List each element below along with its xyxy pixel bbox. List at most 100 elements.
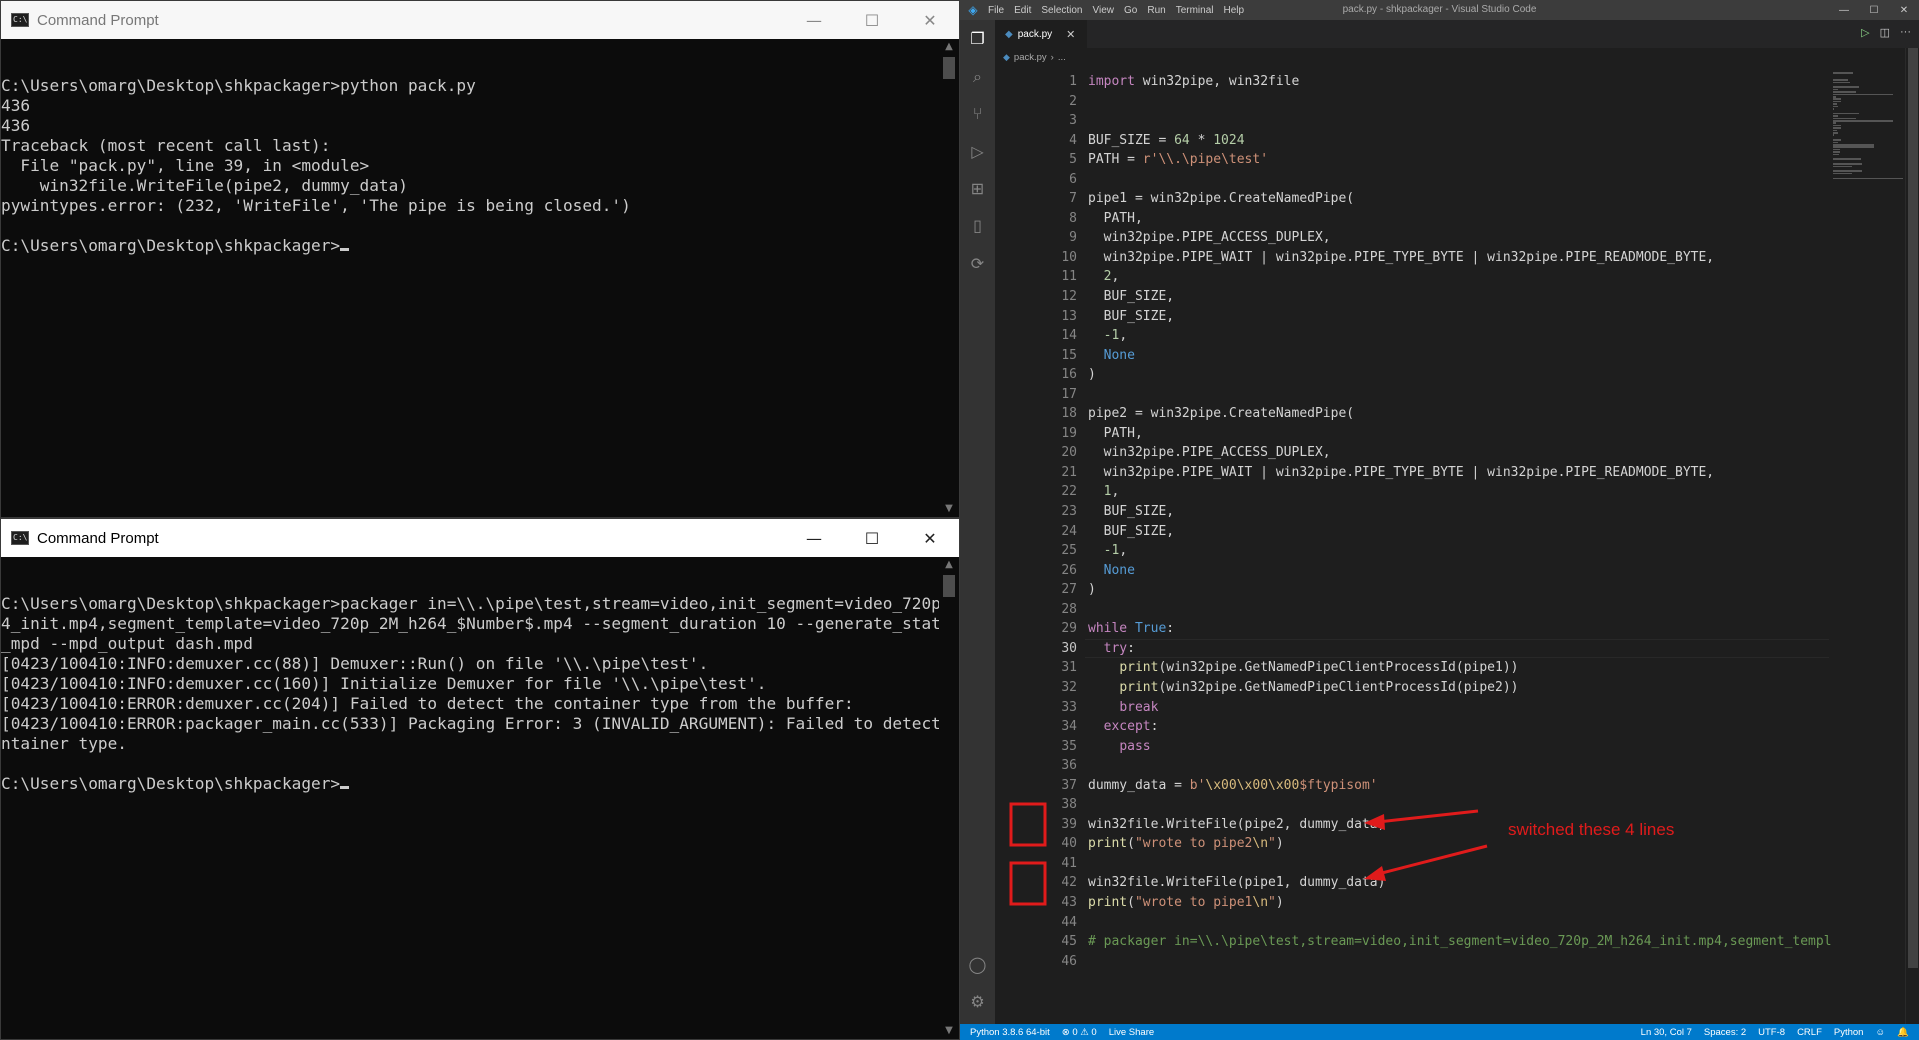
code-line[interactable]: 16) [995,365,1829,385]
code-line[interactable]: 10 win32pipe.PIPE_WAIT | win32pipe.PIPE_… [995,248,1829,268]
run-python-file-icon[interactable]: ▷ [1861,26,1869,39]
close-button[interactable]: ✕ [1889,0,1919,20]
menu-item-terminal[interactable]: Terminal [1176,5,1214,16]
close-tab-icon[interactable]: ✕ [1066,28,1075,41]
code-line[interactable]: 35 pass [995,737,1829,757]
code-line[interactable]: 7 pipe1 = win32pipe.CreateNamedPipe( [995,189,1829,209]
code-line[interactable]: 23 BUF_SIZE, [995,502,1829,522]
menu-item-file[interactable]: File [988,5,1004,16]
code-line[interactable]: 41 [995,854,1829,874]
minimap[interactable] [1829,72,1905,192]
console-output[interactable]: C:\Users\omarg\Desktop\shkpackager>packa… [1,574,939,794]
code-line[interactable]: 17 [995,385,1829,405]
minimize-button[interactable]: — [1829,0,1859,20]
title-bar[interactable]: C:\ Command Prompt — ☐ ✕ [1,519,959,557]
code-line[interactable]: 4 BUF_SIZE = 64 * 1024 [995,131,1829,151]
code-line[interactable]: 33 break [995,698,1829,718]
bookmark-icon[interactable]: ▯ [960,211,995,241]
code-line[interactable]: 43 print("wrote to pipe1\n") [995,893,1829,913]
breadcrumb-file[interactable]: pack.py [1014,52,1047,63]
code-line[interactable]: 31 print(win32pipe.GetNamedPipeClientPro… [995,658,1829,678]
status-right-item[interactable]: UTF-8 [1758,1027,1785,1038]
status-right-item[interactable]: Spaces: 2 [1704,1027,1746,1038]
code-line[interactable]: 14 -1, [995,326,1829,346]
code-line[interactable]: 42 win32file.WriteFile(pipe1, dummy_data) [995,873,1829,893]
account-icon[interactable]: ◯ [960,950,995,980]
scroll-thumb[interactable] [1908,48,1918,968]
gear-icon[interactable]: ⚙ [960,987,995,1017]
minimize-button[interactable]: — [785,1,843,39]
scroll-down-arrow-icon[interactable]: ▼ [939,1023,959,1039]
menu-item-help[interactable]: Help [1224,5,1245,16]
scroll-thumb[interactable] [943,575,955,597]
status-right-item[interactable]: Ln 30, Col 7 [1641,1027,1692,1038]
status-left-item[interactable]: Python 3.8.6 64-bit [970,1027,1050,1038]
code-line[interactable]: 26 None [995,561,1829,581]
code-line[interactable]: 45 # packager in=\\.\pipe\test,stream=vid… [995,932,1831,952]
code-line[interactable]: 11 2, [995,267,1829,287]
menu-item-edit[interactable]: Edit [1014,5,1031,16]
split-editor-icon[interactable]: ◫ [1880,26,1890,39]
menu-item-view[interactable]: View [1093,5,1115,16]
explorer-icon[interactable]: ❐ [960,24,995,54]
code-line[interactable]: 5 PATH = r'\\.\pipe\test' [995,150,1829,170]
menu-item-run[interactable]: Run [1147,5,1165,16]
code-line[interactable]: 22 1, [995,482,1829,502]
close-button[interactable]: ✕ [901,1,959,39]
code-line[interactable]: 9 win32pipe.PIPE_ACCESS_DUPLEX, [995,228,1829,248]
command-prompt-window-bottom[interactable]: C:\ Command Prompt — ☐ ✕ C:\Users\omarg\… [0,518,960,1040]
code-line[interactable]: 18 pipe2 = win32pipe.CreateNamedPipe( [995,404,1829,424]
breadcrumb[interactable]: ◆ pack.py › ... [1003,50,1066,64]
more-actions-icon[interactable]: ··· [1900,26,1911,39]
code-line[interactable]: 3 [995,111,1829,131]
code-line[interactable]: 44 [995,913,1829,933]
code-line[interactable]: 12 BUF_SIZE, [995,287,1829,307]
code-line[interactable]: 36 [995,756,1829,776]
title-bar[interactable]: C:\ Command Prompt — ☐ ✕ [1,1,959,39]
code-line[interactable]: 34 except: [995,717,1829,737]
code-line[interactable]: 27) [995,580,1829,600]
scroll-down-arrow-icon[interactable]: ▼ [939,501,959,517]
maximize-button[interactable]: ☐ [843,1,901,39]
code-line[interactable]: 20 win32pipe.PIPE_ACCESS_DUPLEX, [995,443,1829,463]
code-line[interactable]: 8 PATH, [995,209,1829,229]
command-prompt-window-top[interactable]: C:\ Command Prompt — ☐ ✕ C:\Users\omarg\… [0,0,960,518]
code-line[interactable]: 19 PATH, [995,424,1829,444]
code-line[interactable]: 21 win32pipe.PIPE_WAIT | win32pipe.PIPE_… [995,463,1829,483]
status-left-item[interactable]: Live Share [1109,1027,1154,1038]
status-right-item[interactable]: CRLF [1797,1027,1822,1038]
close-button[interactable]: ✕ [901,519,959,557]
code-line[interactable]: 1 import win32pipe, win32file [995,72,1829,92]
menu-bar[interactable]: File Edit Selection View Go Run Terminal Help [988,5,1244,16]
tab-pack-py[interactable]: ◆ pack.py ✕ [995,20,1087,48]
code-line[interactable]: 2 [995,92,1829,112]
live-share-icon[interactable]: ⟳ [960,249,995,279]
code-editor[interactable]: 1 import win32pipe, win32file 2 3 4 BUF_SIZE … [995,72,1831,972]
vscode-window[interactable]: ◈ File Edit Selection View Go Run Terminal Help… [960,0,1919,1040]
status-right-item[interactable]: Python [1834,1027,1864,1038]
editor-scrollbar[interactable] [1905,48,1919,1024]
code-line[interactable]: 28 [995,600,1829,620]
code-line[interactable]: 46 [995,952,1829,972]
menu-item-selection[interactable]: Selection [1041,5,1082,16]
code-line[interactable]: 37 dummy_data = b'\x00\x00\x00$ftypisom' [995,776,1829,796]
status-right-item[interactable]: 🔔 [1897,1027,1909,1038]
code-line[interactable]: 25 -1, [995,541,1829,561]
console-output[interactable]: C:\Users\omarg\Desktop\shkpackager>pytho… [1,56,939,256]
code-line[interactable]: 6 [995,170,1829,190]
code-line[interactable]: 32 print(win32pipe.GetNamedPipeClientPro… [995,678,1829,698]
code-line[interactable]: 24 BUF_SIZE, [995,522,1829,542]
status-right-item[interactable]: ☺ [1875,1027,1885,1038]
vertical-scrollbar[interactable]: ▲ ▼ [939,557,959,1039]
code-line[interactable]: 30 try: [995,638,1829,659]
code-line[interactable]: 39 win32file.WriteFile(pipe2, dummy_data) [995,815,1829,835]
extensions-icon[interactable]: ⊞ [960,174,995,204]
code-line[interactable]: 29 while True: [995,619,1829,639]
scroll-thumb[interactable] [943,57,955,79]
breadcrumb-symbol[interactable]: ... [1058,52,1066,63]
minimize-button[interactable]: — [785,519,843,557]
maximize-button[interactable]: ☐ [1859,0,1889,20]
search-icon[interactable]: ⌕ [960,62,995,92]
source-control-icon[interactable]: ⑂ [960,99,995,129]
menu-item-go[interactable]: Go [1124,5,1137,16]
